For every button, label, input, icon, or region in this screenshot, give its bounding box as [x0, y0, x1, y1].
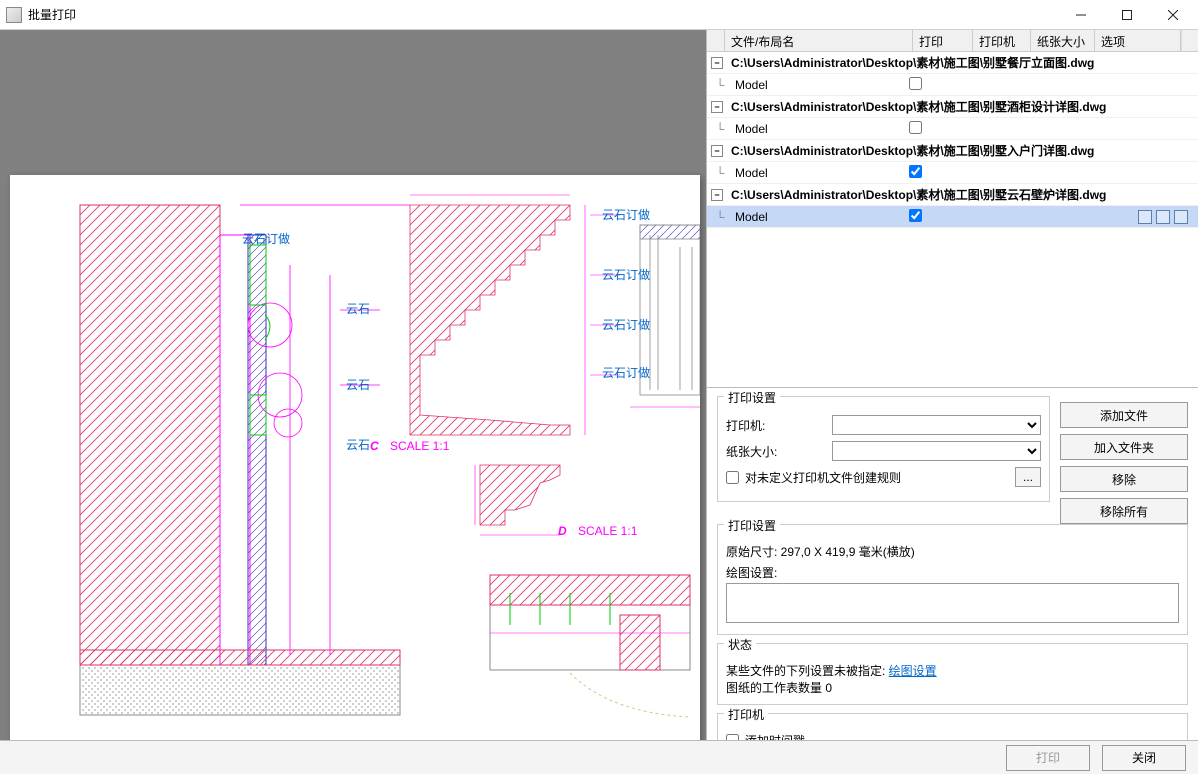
- printer-select[interactable]: [832, 415, 1041, 435]
- col-paper[interactable]: 纸张大小: [1031, 30, 1095, 51]
- print-checkbox[interactable]: [909, 165, 922, 178]
- section-label-d: D: [558, 524, 567, 538]
- expand-icon[interactable]: −: [711, 101, 723, 113]
- rule-more-button[interactable]: ...: [1015, 467, 1041, 487]
- paper-label: 纸张大小:: [726, 443, 826, 460]
- file-list: 文件/布局名 打印 打印机 纸张大小 选项 −C:\Users\Administ…: [707, 30, 1198, 388]
- close-dialog-button[interactable]: 关闭: [1102, 745, 1186, 771]
- col-print[interactable]: 打印: [913, 30, 973, 51]
- add-file-button[interactable]: 添加文件: [1060, 402, 1188, 428]
- section-scale-c: SCALE 1:1: [390, 439, 450, 453]
- print-info-legend: 打印设置: [724, 517, 780, 534]
- preview-pane: C SCALE 1:1 D SCALE 1:1: [0, 30, 706, 740]
- close-button[interactable]: [1150, 1, 1196, 29]
- model-row[interactable]: └ Model: [707, 118, 1198, 140]
- row-icon-3[interactable]: [1174, 210, 1188, 224]
- model-name: Model: [733, 78, 909, 92]
- remove-button[interactable]: 移除: [1060, 466, 1188, 492]
- tree-branch-icon: └: [711, 122, 729, 136]
- col-file[interactable]: 文件/布局名: [725, 30, 913, 51]
- status-line1: 某些文件的下列设置未被指定: 绘图设置: [726, 662, 1179, 679]
- plot-settings-textarea[interactable]: [726, 583, 1179, 623]
- plot-settings-link[interactable]: 绘图设置: [889, 664, 937, 678]
- file-path: C:\Users\Administrator\Desktop\素材\施工图\别墅…: [729, 186, 1194, 203]
- svg-text:云石订做: 云石订做: [602, 317, 650, 332]
- rule-checkbox-label: 对未定义打印机文件创建规则: [745, 469, 1009, 486]
- rule-checkbox[interactable]: [726, 471, 739, 484]
- maximize-button[interactable]: [1104, 1, 1150, 29]
- model-row[interactable]: └ Model: [707, 206, 1198, 228]
- file-path-row[interactable]: −C:\Users\Administrator\Desktop\素材\施工图\别…: [707, 184, 1198, 206]
- printer-label: 打印机:: [726, 417, 826, 434]
- file-button-column: 添加文件 加入文件夹 移除 移除所有: [1060, 396, 1188, 524]
- file-path: C:\Users\Administrator\Desktop\素材\施工图\别墅…: [729, 142, 1194, 159]
- file-path-row[interactable]: −C:\Users\Administrator\Desktop\素材\施工图\别…: [707, 96, 1198, 118]
- plot-settings-label: 绘图设置:: [726, 564, 1179, 581]
- file-path: C:\Users\Administrator\Desktop\素材\施工图\别墅…: [729, 54, 1194, 71]
- tree-branch-icon: └: [711, 210, 729, 224]
- svg-text:云石: 云石: [346, 302, 370, 316]
- drawing-preview: C SCALE 1:1 D SCALE 1:1: [10, 175, 700, 740]
- svg-text:云石: 云石: [346, 378, 370, 392]
- print-settings-legend: 打印设置: [724, 389, 780, 406]
- file-path: C:\Users\Administrator\Desktop\素材\施工图\别墅…: [729, 98, 1194, 115]
- model-name: Model: [733, 122, 909, 136]
- remove-all-button[interactable]: 移除所有: [1060, 498, 1188, 524]
- bottom-bar: 打印 关闭: [0, 740, 1198, 774]
- expand-icon[interactable]: −: [711, 57, 723, 69]
- model-row[interactable]: └ Model: [707, 162, 1198, 184]
- file-list-header: 文件/布局名 打印 打印机 纸张大小 选项: [707, 30, 1198, 52]
- svg-text:云石: 云石: [346, 438, 370, 452]
- col-printer[interactable]: 打印机: [973, 30, 1031, 51]
- status-line2: 图纸的工作表数量 0: [726, 679, 1179, 696]
- settings-panel: 打印设置 打印机: 纸张大小: 对未定义打印机文件创建规则 ...: [707, 388, 1198, 740]
- app-icon: [6, 7, 22, 23]
- svg-text:云石订做: 云石订做: [602, 207, 650, 222]
- tree-branch-icon: └: [711, 166, 729, 180]
- file-path-row[interactable]: −C:\Users\Administrator\Desktop\素材\施工图\别…: [707, 52, 1198, 74]
- model-name: Model: [733, 166, 909, 180]
- status-legend: 状态: [724, 636, 756, 653]
- print-checkbox[interactable]: [909, 77, 922, 90]
- expand-icon[interactable]: −: [711, 189, 723, 201]
- paper-select[interactable]: [832, 441, 1041, 461]
- window-controls: [1058, 1, 1196, 29]
- section-scale-d: SCALE 1:1: [578, 524, 638, 538]
- file-path-row[interactable]: −C:\Users\Administrator\Desktop\素材\施工图\别…: [707, 140, 1198, 162]
- print-info-group: 打印设置 原始尺寸: 297,0 X 419,9 毫米(横放) 绘图设置:: [717, 524, 1188, 635]
- timestamp-checkbox-label: 添加时间戳: [745, 732, 805, 740]
- title-bar: 批量打印: [0, 0, 1198, 30]
- timestamp-checkbox[interactable]: [726, 734, 739, 740]
- print-checkbox[interactable]: [909, 121, 922, 134]
- window-title: 批量打印: [28, 6, 1058, 23]
- model-row[interactable]: └ Model: [707, 74, 1198, 96]
- svg-text:云石订做: 云石订做: [242, 231, 290, 246]
- add-folder-button[interactable]: 加入文件夹: [1060, 434, 1188, 460]
- status-group: 状态 某些文件的下列设置未被指定: 绘图设置 图纸的工作表数量 0: [717, 643, 1188, 705]
- row-action-icons: [1138, 210, 1188, 224]
- printer-legend: 打印机: [724, 706, 768, 723]
- print-settings-group: 打印设置 打印机: 纸张大小: 对未定义打印机文件创建规则 ...: [717, 396, 1050, 502]
- section-label-c: C: [370, 439, 379, 453]
- svg-text:云石订做: 云石订做: [602, 365, 650, 380]
- expand-icon[interactable]: −: [711, 145, 723, 157]
- orig-size-text: 原始尺寸: 297,0 X 419,9 毫米(横放): [726, 543, 1179, 560]
- file-list-rows[interactable]: −C:\Users\Administrator\Desktop\素材\施工图\别…: [707, 52, 1198, 387]
- col-options[interactable]: 选项: [1095, 30, 1181, 51]
- row-icon-1[interactable]: [1138, 210, 1152, 224]
- print-checkbox[interactable]: [909, 209, 922, 222]
- model-name: Model: [733, 210, 909, 224]
- tree-branch-icon: └: [711, 78, 729, 92]
- minimize-button[interactable]: [1058, 1, 1104, 29]
- printer-group: 打印机 添加时间戳: [717, 713, 1188, 740]
- row-icon-2[interactable]: [1156, 210, 1170, 224]
- svg-text:云石订做: 云石订做: [602, 267, 650, 282]
- print-button[interactable]: 打印: [1006, 745, 1090, 771]
